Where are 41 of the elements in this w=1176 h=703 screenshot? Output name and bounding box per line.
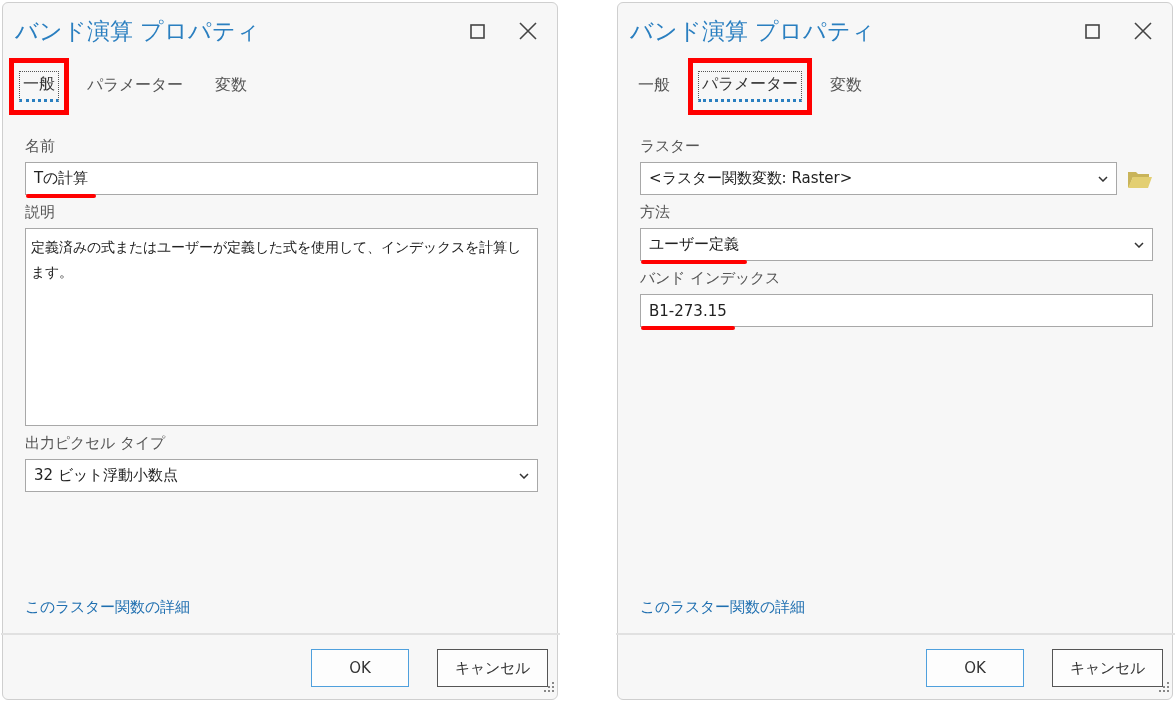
window-title: バンド演算 プロパティ bbox=[630, 16, 877, 46]
maximize-icon[interactable] bbox=[470, 23, 485, 39]
tab[interactable]: 変数 bbox=[211, 71, 251, 101]
dropdown[interactable]: <ラスター関数変数: Raster> bbox=[640, 162, 1117, 195]
resize-grip-icon bbox=[1158, 681, 1170, 693]
chevron-down-icon bbox=[1134, 241, 1144, 248]
field-label: 名前 bbox=[25, 137, 56, 156]
input-field[interactable]: B1-273.15 bbox=[640, 294, 1153, 327]
dropdown[interactable]: 32 ビット浮動小数点 bbox=[25, 459, 538, 492]
maximize-icon[interactable] bbox=[1085, 23, 1100, 39]
field-value: B1-273.15 bbox=[649, 301, 727, 320]
tab[interactable]: パラメーター bbox=[698, 70, 802, 102]
field-label: バンド インデックス bbox=[640, 269, 781, 288]
tab[interactable]: パラメーター bbox=[83, 71, 187, 101]
field-value: <ラスター関数変数: Raster> bbox=[649, 169, 853, 187]
dialog-button[interactable]: キャンセル bbox=[437, 649, 548, 687]
tab[interactable]: 一般 bbox=[19, 70, 59, 102]
tab[interactable]: 変数 bbox=[826, 71, 866, 101]
dialog-button[interactable]: キャンセル bbox=[1052, 649, 1163, 687]
field-value: 32 ビット浮動小数点 bbox=[34, 466, 178, 484]
help-link[interactable]: このラスター関数の詳細 bbox=[640, 598, 805, 617]
dialog-button[interactable]: OK bbox=[311, 649, 409, 687]
chevron-down-icon bbox=[1098, 175, 1108, 182]
input-field[interactable]: Tの計算 bbox=[25, 162, 538, 195]
dialog-button[interactable]: OK bbox=[926, 649, 1024, 687]
close-icon[interactable] bbox=[1134, 22, 1152, 40]
tab[interactable]: 一般 bbox=[634, 71, 674, 101]
field-value: ユーザー定義 bbox=[649, 235, 739, 253]
field-value: Tの計算 bbox=[34, 169, 89, 187]
chevron-down-icon bbox=[519, 472, 529, 479]
resize-grip-icon bbox=[543, 681, 555, 693]
field-label: 出力ピクセル タイプ bbox=[25, 434, 167, 453]
dropdown[interactable]: ユーザー定義 bbox=[640, 228, 1153, 261]
field-label: ラスター bbox=[640, 137, 701, 156]
field-label: 方法 bbox=[640, 203, 671, 222]
field-label: 説明 bbox=[25, 203, 56, 222]
window-title: バンド演算 プロパティ bbox=[15, 16, 262, 46]
field-value: 定義済みの式またはユーザーが定義した式を使用して、インデックスを計算します。 bbox=[31, 239, 521, 280]
help-link[interactable]: このラスター関数の詳細 bbox=[25, 598, 190, 617]
text-area[interactable]: 定義済みの式またはユーザーが定義した式を使用して、インデックスを計算します。 bbox=[25, 228, 538, 426]
close-icon[interactable] bbox=[519, 22, 537, 40]
